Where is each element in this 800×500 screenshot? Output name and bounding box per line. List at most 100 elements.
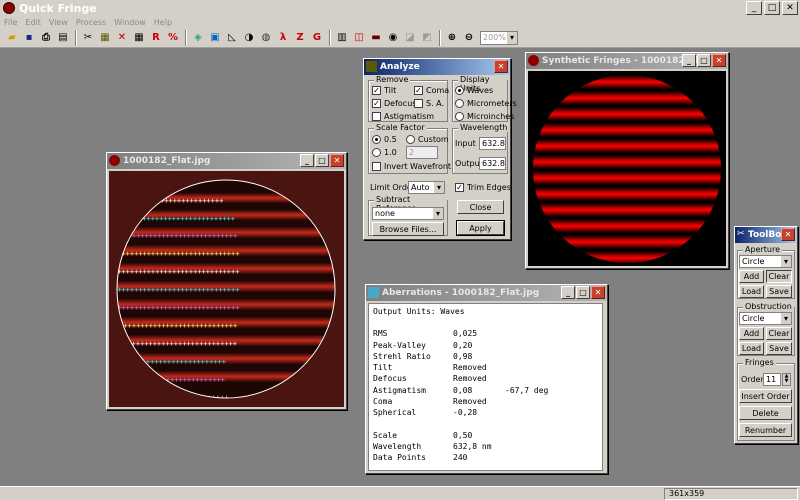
maximize-button[interactable]: □: [315, 154, 329, 167]
waves-radio[interactable]: Waves: [455, 86, 493, 95]
tilt-checkbox[interactable]: ✓ Tilt: [372, 86, 396, 95]
parameter-label: Scale: [373, 430, 398, 440]
image-window-title-bar[interactable]: 1000182_Flat.jpg _ □ ✕: [107, 153, 346, 169]
compare-icon[interactable]: ▬: [368, 30, 384, 46]
star-test-icon[interactable]: ◑: [241, 30, 257, 46]
output-wavelength-field[interactable]: 632.8: [479, 157, 506, 170]
surface-icon[interactable]: ◈: [190, 30, 206, 46]
interferogram-canvas[interactable]: ++++++++++++++++++++ +++++++++++++++++++…: [109, 171, 344, 407]
custom-radio[interactable]: Custom: [406, 135, 449, 144]
obstruction-label: Obstruction: [743, 302, 794, 311]
aberration-row: Spherical -0,28: [373, 407, 598, 418]
grid-icon[interactable]: ▦: [131, 30, 147, 46]
status-bar: 361x359: [0, 486, 800, 500]
obstruction-load-button[interactable]: Load: [739, 342, 764, 355]
aberrations-title-bar[interactable]: Aberrations - 1000182_Flat.jpg _ □ ✕: [366, 285, 607, 301]
limit-order-select[interactable]: Auto: [408, 181, 445, 194]
aperture-clear-button[interactable]: Clear: [766, 270, 792, 283]
analyze-title: Analyze: [380, 62, 420, 72]
obstruction-save-button[interactable]: Save: [766, 342, 792, 355]
aperture-load-button[interactable]: Load: [739, 285, 764, 298]
delete-order-button[interactable]: Delete Order: [739, 406, 792, 431]
save-icon[interactable]: ▪: [21, 30, 37, 46]
close-button[interactable]: ✕: [494, 60, 508, 73]
obstruction-add-button[interactable]: Add: [739, 327, 764, 340]
micrometers-radio[interactable]: Micrometers: [455, 99, 517, 108]
close-button[interactable]: ✕: [782, 1, 798, 15]
insert-order-button[interactable]: Insert Order: [739, 389, 792, 403]
menu-edit[interactable]: Edit: [21, 18, 45, 27]
invert-wavefront-checkbox[interactable]: Invert Wavefront: [372, 162, 451, 171]
order-spinner[interactable]: ▲ ▼: [782, 373, 791, 386]
close-dialog-button[interactable]: Close: [457, 200, 504, 214]
close-button[interactable]: ✕: [712, 54, 726, 67]
aberration-label: Peak-Valley: [373, 340, 426, 350]
maximize-button[interactable]: □: [576, 286, 590, 299]
print-icon[interactable]: ⎙: [38, 30, 54, 46]
synthetic-icon[interactable]: ▥: [334, 30, 350, 46]
open-folder-icon[interactable]: ▰: [4, 30, 20, 46]
menu-window[interactable]: Window: [110, 18, 150, 27]
interferogram-image[interactable]: ++++++++++++++++++++ +++++++++++++++++++…: [109, 171, 344, 407]
obstruction-clear-button[interactable]: Clear: [766, 327, 792, 340]
map-icon[interactable]: ▣: [207, 30, 223, 46]
preview-icon[interactable]: ▤: [55, 30, 71, 46]
checkmark-icon: ✓: [372, 99, 381, 108]
maximize-button[interactable]: □: [764, 1, 780, 15]
menu-process[interactable]: Process: [72, 18, 110, 27]
fringe-trace-icon[interactable]: ✕: [114, 30, 130, 46]
order-input[interactable]: 11: [763, 373, 781, 386]
menu-view[interactable]: View: [45, 18, 72, 27]
tools-icon[interactable]: ✂: [80, 30, 96, 46]
microinches-radio[interactable]: Microinches: [455, 112, 514, 121]
z-icon[interactable]: Z: [292, 30, 308, 46]
fringe-icon[interactable]: ◍: [258, 30, 274, 46]
aperture-select[interactable]: Circle: [739, 255, 792, 268]
sa-checkbox[interactable]: S. A.: [414, 99, 444, 108]
scale-10-radio[interactable]: 1.0: [372, 148, 397, 157]
apply-button[interactable]: Apply: [456, 220, 505, 236]
trim-edges-checkbox[interactable]: ✓ Trim Edges: [455, 183, 511, 192]
aperture-add-button[interactable]: Add: [739, 270, 764, 283]
lambda-icon[interactable]: λ: [275, 30, 291, 46]
aperture-save-button[interactable]: Save: [766, 285, 792, 298]
tilt-label: Tilt: [384, 86, 397, 95]
maximize-button[interactable]: □: [697, 54, 711, 67]
percent-icon[interactable]: %: [165, 30, 181, 46]
close-button[interactable]: ✕: [781, 228, 795, 241]
subtract-reference-select[interactable]: none: [372, 207, 444, 220]
analyze-icon[interactable]: ▦: [97, 30, 113, 46]
renumber-button[interactable]: Renumber: [739, 423, 792, 437]
profile-icon[interactable]: ◺: [224, 30, 240, 46]
aberrations-text-area[interactable]: Output Units: Waves RMS 0,025 Peak-Valley 0…: [368, 303, 603, 471]
minimize-button[interactable]: _: [300, 154, 314, 167]
g-icon[interactable]: G: [309, 30, 325, 46]
interferogram-icon[interactable]: ◫: [351, 30, 367, 46]
close-button[interactable]: ✕: [591, 286, 605, 299]
defocus-checkbox[interactable]: ✓ Defocus: [372, 99, 416, 108]
aberration-row: Tilt Removed: [373, 362, 598, 373]
minimize-button[interactable]: _: [682, 54, 696, 67]
zoom-select[interactable]: 200%: [480, 30, 518, 45]
sphere-icon[interactable]: ◉: [385, 30, 401, 46]
analyze-title-bar[interactable]: Analyze ✕: [364, 59, 510, 75]
custom-scale-input[interactable]: 2: [406, 146, 438, 159]
aberration-row: Coma Removed: [373, 396, 598, 407]
close-button[interactable]: ✕: [330, 154, 344, 167]
zoom-in-icon[interactable]: ⊕: [444, 30, 460, 46]
menu-help[interactable]: Help: [150, 18, 176, 27]
obstruction-select[interactable]: Circle: [739, 312, 792, 325]
synthetic-window-title-bar[interactable]: Synthetic Fringes - 1000182_Fla... _ □ ✕: [526, 53, 728, 69]
coma-checkbox[interactable]: ✓ Coma: [414, 86, 449, 95]
waves-label: Waves: [467, 86, 494, 95]
input-wavelength-field[interactable]: 632.8: [479, 137, 506, 150]
zoom-out-icon[interactable]: ⊖: [461, 30, 477, 46]
toolbox-title-bar[interactable]: ✂ ToolBox ✕: [735, 227, 797, 243]
minimize-button[interactable]: _: [561, 286, 575, 299]
astigmatism-checkbox[interactable]: Astigmatism: [372, 112, 434, 121]
r-icon[interactable]: R: [148, 30, 164, 46]
scale-05-radio[interactable]: 0.5: [372, 135, 397, 144]
minimize-button[interactable]: _: [746, 1, 762, 15]
menu-file[interactable]: File: [0, 18, 21, 27]
browse-files-button[interactable]: Browse Files...: [372, 222, 444, 236]
